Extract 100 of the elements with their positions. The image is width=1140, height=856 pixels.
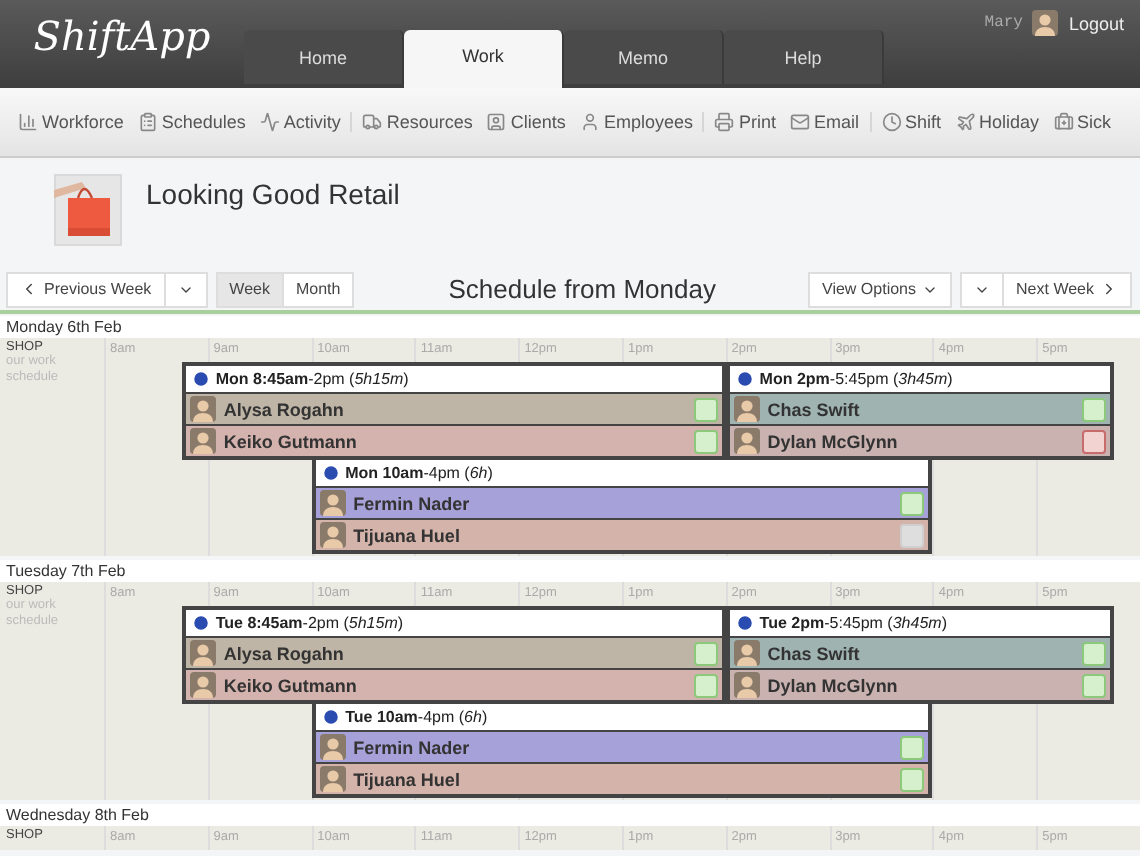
staff-name: Keiko Gutmann <box>223 675 359 695</box>
pulse-icon <box>259 112 280 132</box>
staff-name: Chas Swift <box>767 399 862 419</box>
logout-link[interactable]: Logout <box>1068 13 1124 33</box>
staff-row[interactable]: Keiko Gutmann <box>185 668 722 700</box>
toolbar-button[interactable]: Email <box>789 112 859 132</box>
nav-tab[interactable]: Memo <box>564 30 724 84</box>
status-checkbox[interactable] <box>900 491 925 515</box>
person-icon <box>486 112 507 132</box>
status-checkbox[interactable] <box>1082 397 1107 421</box>
status-checkbox[interactable] <box>900 767 925 791</box>
chevron-right-icon <box>1100 280 1118 298</box>
toolbar-button[interactable]: Workforce <box>18 112 124 132</box>
status-checkbox[interactable] <box>693 641 718 665</box>
person-icon <box>579 112 600 132</box>
avatar-icon <box>319 734 346 760</box>
staff-row[interactable]: Keiko Gutmann <box>185 424 722 456</box>
status-checkbox[interactable] <box>900 735 925 759</box>
shift-card[interactable]: Mon 10am-4pm (6h) Fermin Nader Tijuana Huel <box>311 456 933 554</box>
staff-row[interactable]: Tijuana Huel <box>315 762 929 794</box>
staff-name: Tijuana Huel <box>353 769 462 789</box>
shift-card[interactable]: Tue 8:45am-2pm (5h15m) Alysa Rogahn Keiko Gutmann <box>181 606 726 704</box>
staff-row[interactable]: Fermin Nader <box>315 730 929 762</box>
staff-name: Fermin Nader <box>353 493 472 513</box>
avatar-icon <box>189 640 216 666</box>
staff-row[interactable]: Tijuana Huel <box>315 518 929 550</box>
app-logo[interactable]: ShiftApp <box>0 0 244 88</box>
staff-name: Alysa Rogahn <box>223 643 346 663</box>
printer-icon <box>714 112 735 132</box>
avatar-icon <box>319 766 346 792</box>
staff-row[interactable]: Dylan McGlynn <box>729 424 1111 456</box>
avatar-icon <box>319 522 346 548</box>
toolbar-button[interactable]: Shift <box>881 112 942 132</box>
shift-card[interactable]: Tue 10am-4pm (6h) Fermin Nader Tijuana Huel <box>311 700 933 798</box>
toolbar-button[interactable]: Resources <box>362 112 473 132</box>
avatar-icon <box>733 428 760 454</box>
staff-row[interactable]: Chas Swift <box>729 636 1111 668</box>
staff-row[interactable]: Alysa Rogahn <box>185 392 722 424</box>
shift-time: Tue 8:45am-2pm (5h15m) <box>215 614 404 632</box>
status-checkbox[interactable] <box>693 673 718 697</box>
staff-row[interactable]: Dylan McGlynn <box>729 668 1111 700</box>
status-checkbox[interactable] <box>693 429 718 453</box>
shift-card[interactable]: Tue 2pm-5:45pm (3h45m) Chas Swift Dylan McGlynn <box>725 606 1115 704</box>
nav-tab[interactable]: Home <box>244 30 404 84</box>
shift-card[interactable]: Mon 8:45am-2pm (5h15m) Alysa Rogahn Keiko Gutmann <box>181 362 726 460</box>
staff-name: Dylan McGlynn <box>767 675 900 695</box>
view-toggle[interactable]: Week <box>215 271 284 307</box>
avatar-icon <box>733 396 760 422</box>
staff-row[interactable]: Chas Swift <box>729 392 1111 424</box>
toolbar-button[interactable]: Print <box>714 112 776 132</box>
toolbar-button[interactable]: Sick <box>1053 112 1112 132</box>
previous-week-button[interactable]: Previous Week <box>6 271 166 307</box>
staff-name: Keiko Gutmann <box>223 431 359 451</box>
user-name: Mary <box>984 14 1023 32</box>
staff-name: Dylan McGlynn <box>767 431 900 451</box>
nav-tab[interactable]: Work <box>404 30 564 88</box>
staff-name: Fermin Nader <box>353 737 472 757</box>
day-title: Wednesday 8th Feb <box>0 804 1140 826</box>
view-options-button[interactable]: View Options <box>808 271 953 307</box>
medical-kit-icon <box>1053 112 1074 132</box>
status-checkbox[interactable] <box>1082 641 1107 665</box>
toolbar-button[interactable]: Activity <box>259 112 341 132</box>
staff-row[interactable]: Fermin Nader <box>315 486 929 518</box>
staff-row[interactable]: Alysa Rogahn <box>185 636 722 668</box>
shift-time: Mon 2pm-5:45pm (3h45m) <box>759 370 953 388</box>
shift-time: Tue 10am-4pm (6h) <box>345 708 488 726</box>
envelope-icon <box>789 112 810 132</box>
status-checkbox[interactable] <box>1082 429 1107 453</box>
truck-icon <box>362 112 383 132</box>
user-avatar-icon <box>1032 10 1059 36</box>
next-week-button[interactable]: Next Week <box>1002 271 1132 307</box>
shift-time: Mon 10am-4pm (6h) <box>345 464 493 482</box>
dropdown-button[interactable] <box>960 271 1005 307</box>
view-toggle[interactable]: Month <box>281 271 355 307</box>
day-title: Tuesday 7th Feb <box>0 560 1140 582</box>
clipboard-icon <box>137 112 158 132</box>
avatar-icon <box>189 396 216 422</box>
toolbar-button[interactable]: Holiday <box>955 112 1040 132</box>
staff-name: Chas Swift <box>767 643 862 663</box>
day-title: Monday 6th Feb <box>0 316 1140 338</box>
chevron-left-icon <box>20 280 38 298</box>
company-name: Looking Good Retail <box>146 178 400 210</box>
schedule-title: Schedule from Monday <box>446 274 718 304</box>
toolbar-button[interactable]: Employees <box>579 112 693 132</box>
toolbar-button[interactable]: Clients <box>486 112 566 132</box>
dropdown-button[interactable] <box>163 271 208 307</box>
shift-time: Mon 8:45am-2pm (5h15m) <box>215 370 409 388</box>
status-checkbox[interactable] <box>1082 673 1107 697</box>
avatar-icon <box>189 672 216 698</box>
status-checkbox[interactable] <box>900 523 925 547</box>
toolbar-button[interactable]: Schedules <box>137 112 246 132</box>
avatar-icon <box>189 428 216 454</box>
status-checkbox[interactable] <box>693 397 718 421</box>
staff-name: Tijuana Huel <box>353 525 462 545</box>
shift-time: Tue 2pm-5:45pm (3h45m) <box>759 614 947 632</box>
avatar-icon <box>733 640 760 666</box>
shift-card[interactable]: Mon 2pm-5:45pm (3h45m) Chas Swift Dylan McGlynn <box>725 362 1115 460</box>
avatar-icon <box>319 490 346 516</box>
nav-tab[interactable]: Help <box>724 30 884 84</box>
staff-name: Alysa Rogahn <box>223 399 346 419</box>
